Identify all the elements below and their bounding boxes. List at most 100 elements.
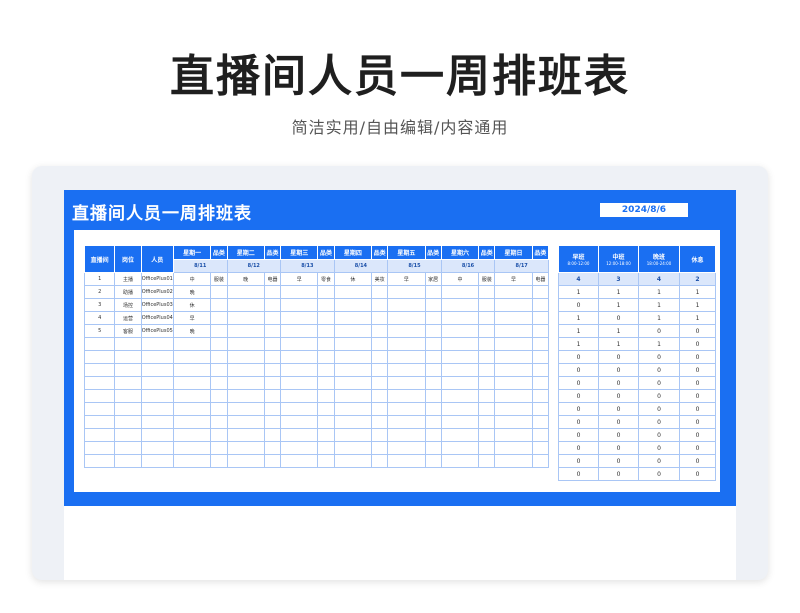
date-cell[interactable]: 8/15 [387,259,442,273]
category-cell[interactable] [371,285,389,299]
empty-cell[interactable] [263,376,282,390]
shift-cell[interactable] [440,324,480,338]
empty-cell[interactable] [210,363,228,377]
empty-cell[interactable] [226,415,265,429]
shift-cell[interactable] [387,311,426,325]
empty-cell[interactable] [494,350,533,364]
empty-cell[interactable] [494,428,533,442]
empty-cell[interactable] [280,337,319,351]
category-cell[interactable] [263,285,282,299]
shift-cell[interactable] [280,285,319,299]
shift-cell[interactable] [387,324,426,338]
empty-cell[interactable] [440,350,480,364]
empty-cell[interactable] [317,428,335,442]
date-cell[interactable]: 8/14 [333,259,389,273]
position-cell[interactable]: 客服 [114,324,142,338]
empty-cell[interactable] [172,454,212,468]
empty-cell[interactable] [226,441,265,455]
empty-cell[interactable] [210,441,228,455]
category-cell[interactable] [478,324,496,338]
empty-cell[interactable] [226,454,265,468]
category-cell[interactable] [424,285,442,299]
category-cell[interactable] [210,285,228,299]
empty-cell[interactable] [172,402,212,416]
category-cell[interactable] [424,324,442,338]
shift-cell[interactable] [280,311,319,325]
category-cell[interactable] [263,298,282,312]
shift-cell[interactable]: 早 [387,272,426,286]
shift-cell[interactable]: 早 [494,272,533,286]
empty-cell[interactable] [478,389,496,403]
empty-cell[interactable] [494,337,533,351]
empty-cell[interactable] [83,415,116,429]
empty-cell[interactable] [172,376,212,390]
category-cell[interactable] [317,285,335,299]
category-cell[interactable]: 美妆 [371,272,389,286]
empty-cell[interactable] [83,376,116,390]
empty-cell[interactable] [263,337,282,351]
category-cell[interactable] [478,298,496,312]
empty-cell[interactable] [531,376,550,390]
category-cell[interactable]: 家居 [424,272,442,286]
empty-cell[interactable] [83,350,116,364]
empty-cell[interactable] [478,363,496,377]
empty-cell[interactable] [440,454,480,468]
empty-cell[interactable] [226,350,265,364]
empty-cell[interactable] [494,363,533,377]
empty-cell[interactable] [440,428,480,442]
empty-cell[interactable] [317,454,335,468]
empty-cell[interactable] [172,428,212,442]
empty-cell[interactable] [280,376,319,390]
empty-cell[interactable] [114,337,142,351]
category-cell[interactable] [424,298,442,312]
category-cell[interactable] [531,311,550,325]
empty-cell[interactable] [210,402,228,416]
shift-cell[interactable] [387,285,426,299]
empty-cell[interactable] [478,454,496,468]
row-number[interactable]: 1 [83,272,116,286]
empty-cell[interactable] [172,441,212,455]
empty-cell[interactable] [424,454,442,468]
shift-cell[interactable] [494,311,533,325]
date-cell[interactable]: 8/13 [280,259,335,273]
empty-cell[interactable] [263,428,282,442]
shift-cell[interactable] [226,311,265,325]
category-cell[interactable]: 服装 [478,272,496,286]
empty-cell[interactable] [226,337,265,351]
empty-cell[interactable] [114,350,142,364]
empty-cell[interactable] [494,441,533,455]
shift-cell[interactable] [226,298,265,312]
category-cell[interactable] [531,285,550,299]
category-cell[interactable] [531,324,550,338]
empty-cell[interactable] [317,415,335,429]
empty-cell[interactable] [83,389,116,403]
empty-cell[interactable] [424,363,442,377]
empty-cell[interactable] [317,350,335,364]
empty-cell[interactable] [210,350,228,364]
empty-cell[interactable] [83,454,116,468]
category-cell[interactable] [210,298,228,312]
empty-cell[interactable] [478,415,496,429]
staff-cell[interactable]: OfficePlus04 [140,311,174,325]
empty-cell[interactable] [210,428,228,442]
empty-cell[interactable] [114,428,142,442]
empty-cell[interactable] [478,350,496,364]
staff-cell[interactable]: OfficePlus03 [140,298,174,312]
empty-cell[interactable] [371,454,389,468]
empty-cell[interactable] [114,363,142,377]
category-cell[interactable] [317,324,335,338]
category-cell[interactable]: 电器 [263,272,282,286]
empty-cell[interactable] [424,402,442,416]
empty-cell[interactable] [333,337,373,351]
empty-cell[interactable] [531,441,550,455]
empty-cell[interactable] [387,389,426,403]
shift-cell[interactable]: 早 [280,272,319,286]
empty-cell[interactable] [333,402,373,416]
row-number[interactable]: 3 [83,298,116,312]
empty-cell[interactable] [172,363,212,377]
empty-cell[interactable] [371,350,389,364]
empty-cell[interactable] [317,441,335,455]
shift-cell[interactable]: 晚 [172,285,212,299]
empty-cell[interactable] [371,415,389,429]
empty-cell[interactable] [140,350,174,364]
